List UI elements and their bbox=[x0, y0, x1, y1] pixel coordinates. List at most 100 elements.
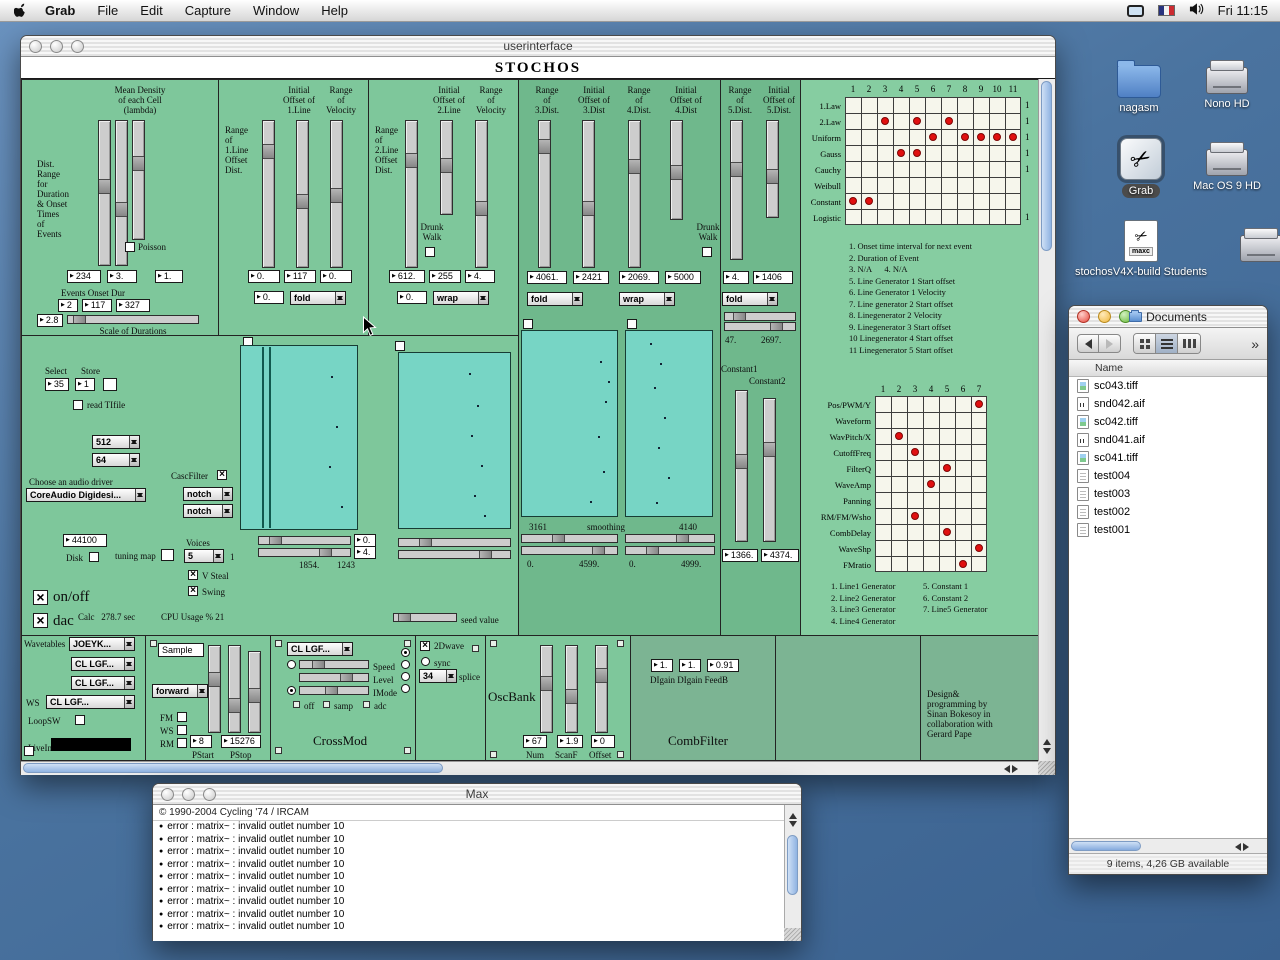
matrix-dot[interactable] bbox=[929, 133, 937, 141]
number-box-dist4-offset[interactable]: 5000 bbox=[665, 271, 701, 284]
crossmod-menu[interactable]: CL LGF... bbox=[287, 642, 353, 656]
apple-menu[interactable] bbox=[14, 3, 28, 19]
display1-hslider-1[interactable] bbox=[258, 536, 351, 545]
crossmod-radio-3[interactable] bbox=[401, 672, 410, 681]
probability-matrix-1[interactable] bbox=[845, 97, 1021, 225]
dist5-range-slider[interactable] bbox=[730, 120, 743, 260]
zoom-button[interactable] bbox=[71, 40, 84, 53]
adc-node[interactable] bbox=[363, 701, 370, 708]
line1-offset-slider[interactable] bbox=[296, 120, 309, 268]
matrix-dot[interactable] bbox=[913, 117, 921, 125]
patch-vertical-scrollbar[interactable] bbox=[1038, 79, 1055, 761]
lambda-slider-1[interactable] bbox=[98, 120, 111, 266]
number-box-dist5-range[interactable]: 4. bbox=[723, 271, 749, 284]
back-button[interactable] bbox=[1077, 334, 1099, 353]
sample-direction-menu[interactable]: forward bbox=[152, 684, 208, 698]
sample-slider-2[interactable] bbox=[228, 645, 241, 733]
display2-checkbox[interactable] bbox=[395, 341, 405, 351]
zoom-button[interactable] bbox=[203, 788, 216, 801]
matrix-dot[interactable] bbox=[927, 480, 935, 488]
seed-slider[interactable] bbox=[393, 613, 457, 622]
number-box-density3[interactable]: 1. bbox=[155, 270, 183, 283]
menu-file[interactable]: File bbox=[86, 0, 129, 22]
sync-radio[interactable] bbox=[421, 657, 430, 666]
dist3-display-checkbox[interactable] bbox=[523, 319, 533, 329]
level-slider[interactable] bbox=[299, 673, 369, 682]
finder-titlebar[interactable]: Documents bbox=[1069, 306, 1267, 328]
dist3-fold-menu[interactable]: fold bbox=[527, 292, 583, 306]
close-button[interactable] bbox=[1077, 310, 1090, 323]
line2-wrap-menu[interactable]: wrap bbox=[433, 291, 489, 305]
number-box-constant1[interactable]: 1366. bbox=[722, 549, 758, 562]
matrix-dot[interactable] bbox=[897, 149, 905, 157]
desktop-icon-nono-hd[interactable]: Nono HD bbox=[1204, 54, 1250, 110]
matrix-dot[interactable] bbox=[959, 560, 967, 568]
number-box-display-max[interactable]: 4. bbox=[354, 546, 376, 559]
toolbar-overflow-chevron[interactable]: » bbox=[1251, 336, 1259, 352]
swing-checkbox[interactable] bbox=[188, 586, 198, 596]
dist4-drunkwalk-checkbox[interactable] bbox=[702, 247, 712, 257]
display2-hslider-2[interactable] bbox=[398, 550, 511, 559]
dist3-range-slider[interactable] bbox=[538, 120, 551, 268]
oscbank-slider-1[interactable] bbox=[540, 645, 553, 733]
samp-node[interactable] bbox=[323, 701, 330, 708]
dist4-wrap-menu[interactable]: wrap bbox=[619, 292, 675, 306]
name-column-header[interactable]: Name bbox=[1069, 360, 1267, 377]
line2-drunkwalk-checkbox[interactable] bbox=[425, 247, 435, 257]
line1-fold-menu[interactable]: fold bbox=[290, 291, 346, 305]
number-box-num[interactable]: 67 bbox=[523, 735, 547, 748]
matrix-dot[interactable] bbox=[865, 197, 873, 205]
constant1-slider[interactable] bbox=[735, 390, 748, 542]
dist5-hslider-1[interactable] bbox=[724, 312, 796, 321]
crossmod-left-radio-1[interactable] bbox=[287, 660, 296, 669]
sample-message[interactable]: Sample bbox=[158, 643, 204, 657]
number-box-line1-offset[interactable]: 117 bbox=[284, 270, 316, 283]
crossmod-left-radio-2[interactable] bbox=[287, 686, 296, 695]
off-node[interactable] bbox=[293, 701, 300, 708]
constant2-slider[interactable] bbox=[763, 398, 776, 542]
number-box-events2[interactable]: 117 bbox=[82, 299, 112, 312]
number-box-pstart[interactable]: 8 bbox=[190, 735, 212, 748]
ws-wavetable-menu[interactable]: CL LGF... bbox=[46, 695, 135, 709]
preset-box[interactable] bbox=[103, 378, 117, 391]
menu-capture[interactable]: Capture bbox=[174, 0, 242, 22]
dist4-range-hslider2[interactable] bbox=[625, 546, 715, 555]
list-item[interactable]: sc043.tiff bbox=[1069, 377, 1267, 395]
close-button[interactable] bbox=[29, 40, 42, 53]
line1-velocity-slider[interactable] bbox=[330, 120, 343, 268]
matrix-dot[interactable] bbox=[911, 512, 919, 520]
number-box-line1-range[interactable]: 0. bbox=[248, 270, 280, 283]
matrix-dot[interactable] bbox=[943, 464, 951, 472]
wavetable-menu-1[interactable]: JOEYK... bbox=[69, 637, 135, 651]
fm-checkbox[interactable] bbox=[177, 712, 187, 722]
speed-slider[interactable] bbox=[299, 660, 369, 669]
notch-menu-2[interactable]: notch bbox=[183, 504, 233, 518]
list-item[interactable]: test002 bbox=[1069, 503, 1267, 521]
vsteal-checkbox[interactable] bbox=[188, 570, 198, 580]
list-item[interactable]: sc041.tiff bbox=[1069, 449, 1267, 467]
number-box-dist5-offset[interactable]: 1406 bbox=[753, 271, 793, 284]
splice-menu[interactable]: 34 bbox=[419, 669, 457, 683]
number-box-dist4-range[interactable]: 2069. bbox=[619, 271, 659, 284]
matrix-dot[interactable] bbox=[1009, 133, 1017, 141]
number-box-pstop[interactable]: 15276 bbox=[221, 735, 261, 748]
menu-edit[interactable]: Edit bbox=[129, 0, 173, 22]
number-box-samplerate[interactable]: 44100 bbox=[63, 534, 107, 547]
dist3-graph-display[interactable] bbox=[521, 330, 618, 517]
crossmod-radio-4[interactable] bbox=[401, 684, 410, 693]
number-box-line2-extra[interactable]: 0. bbox=[397, 291, 427, 304]
rm-checkbox[interactable] bbox=[177, 738, 187, 748]
list-item[interactable]: snd041.aif bbox=[1069, 431, 1267, 449]
matrix-dot[interactable] bbox=[913, 149, 921, 157]
patch-horizontal-scrollbar[interactable] bbox=[21, 761, 1040, 775]
matrix-dot[interactable] bbox=[849, 197, 857, 205]
desktop-icon-mac-os-9-hd[interactable]: Mac OS 9 HD bbox=[1204, 136, 1250, 192]
sample-slider-3[interactable] bbox=[248, 651, 261, 733]
dist4-range-hslider[interactable] bbox=[625, 534, 715, 543]
number-box-digain1[interactable]: 1. bbox=[651, 659, 673, 672]
matrix-dot[interactable] bbox=[977, 133, 985, 141]
console-scrollbar[interactable] bbox=[784, 805, 801, 941]
disk-checkbox[interactable] bbox=[89, 552, 99, 562]
sample-slider-1[interactable] bbox=[208, 645, 221, 733]
desktop-icon-nagasm[interactable]: nagasm bbox=[1116, 58, 1162, 114]
